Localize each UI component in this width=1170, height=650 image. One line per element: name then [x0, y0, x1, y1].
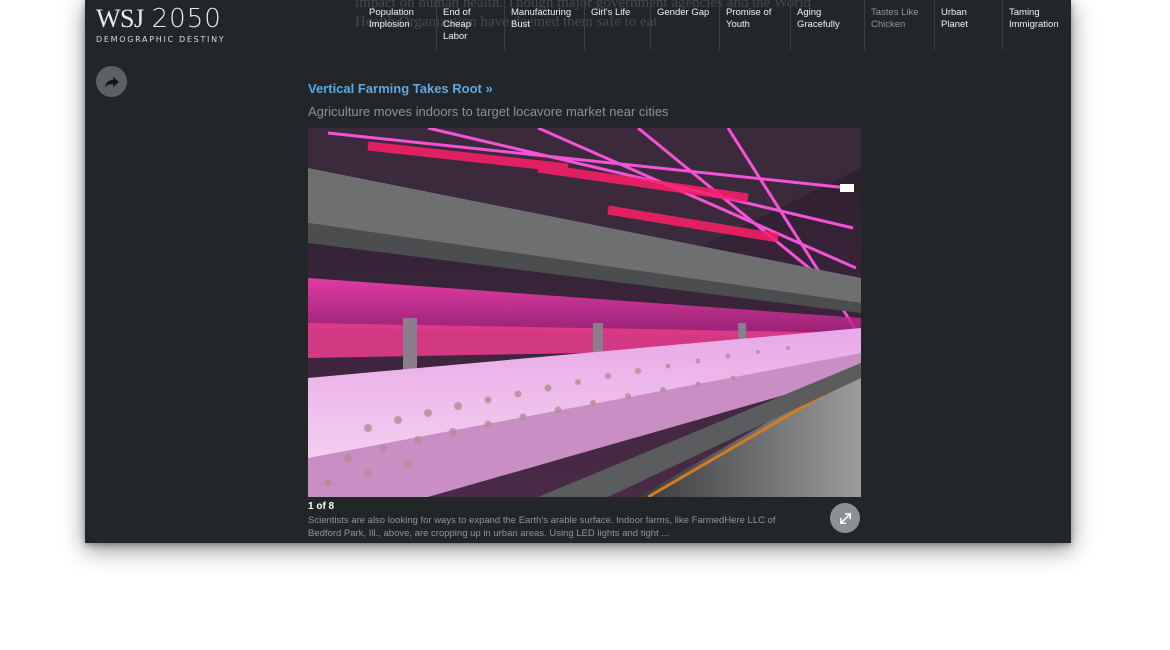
article-subhead: Agriculture moves indoors to target loca… [308, 104, 669, 119]
slide-counter: 1 of 8 [308, 501, 335, 512]
nav-item-end-of-cheap-labor[interactable]: End of Cheap Labor [436, 0, 504, 50]
nav-item-tastes-like-chicken[interactable]: Tastes Like Chicken [864, 0, 934, 50]
slideshow-photo[interactable] [308, 128, 861, 497]
nav-item-girls-life[interactable]: Girl's Life [584, 0, 650, 50]
story-window: impact on human health. Though major gov… [85, 0, 1071, 543]
nav-item-gender-gap[interactable]: Gender Gap [650, 0, 719, 50]
wsj-2050-logo[interactable]: WSJ 2050 DEMOGRAPHIC DESTINY [96, 4, 226, 45]
nav-item-urban-planet[interactable]: Urban Planet [934, 0, 1002, 50]
article-headline-link[interactable]: Vertical Farming Takes Root » [308, 81, 493, 96]
expand-arrows-icon [839, 512, 851, 524]
nav-item-promise-of-youth[interactable]: Promise of Youth [719, 0, 790, 50]
logo-subtitle: DEMOGRAPHIC DESTINY [96, 35, 226, 44]
nav-item-population-implosion[interactable]: Population Implosion [363, 0, 436, 50]
nav-item-manufacturing-bust[interactable]: Manufacturing Bust [504, 0, 584, 50]
logo-wsj: WSJ [96, 4, 144, 33]
expand-button[interactable] [830, 503, 860, 533]
nav-item-taming-immigration[interactable]: Taming Immigration [1002, 0, 1066, 50]
vertical-farm-photo [308, 128, 861, 497]
nav-item-aging-gracefully[interactable]: Aging Gracefully [790, 0, 864, 50]
share-button[interactable] [96, 66, 127, 97]
logo-title: WSJ 2050 [96, 4, 225, 34]
logo-number: 2050 [151, 4, 222, 34]
slide-caption: Scientists are also looking for ways to … [308, 515, 776, 539]
share-arrow-icon [104, 76, 119, 88]
chapter-nav: Population Implosion End of Cheap Labor … [363, 0, 1066, 50]
